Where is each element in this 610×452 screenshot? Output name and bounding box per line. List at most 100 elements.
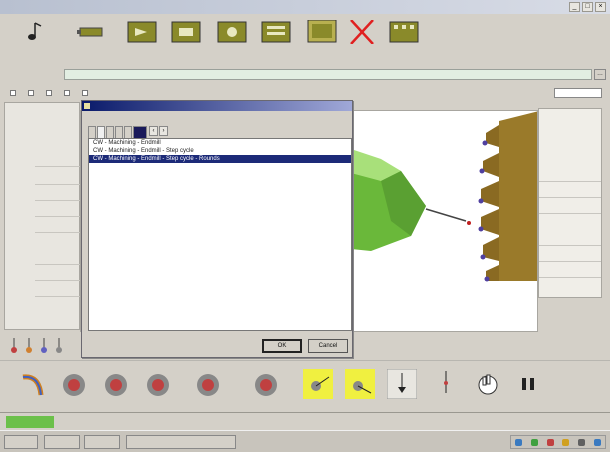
- toolbar-5-icon: [217, 21, 247, 43]
- probe-icon[interactable]: [38, 338, 50, 354]
- dialog-subtitle: [82, 111, 352, 121]
- toolbar-button-9[interactable]: [378, 20, 430, 66]
- list-item[interactable]: CW - Machining - Endmill - Step cycle - …: [89, 155, 351, 163]
- dialog-tabs: ‹ ›: [88, 126, 350, 138]
- grinding-wheel: [351, 149, 471, 251]
- measure-icon: [303, 369, 333, 399]
- speed-field[interactable]: [554, 88, 602, 98]
- options-row: [0, 86, 610, 100]
- axis-row-7: [35, 265, 81, 281]
- status-bar: [0, 412, 610, 430]
- tab-5[interactable]: [124, 126, 132, 138]
- divider: [539, 181, 601, 182]
- pause-icon: [522, 378, 534, 390]
- path-field[interactable]: [64, 68, 592, 80]
- toolbar-button-4[interactable]: [160, 20, 212, 66]
- probe-icon[interactable]: [53, 338, 65, 354]
- probe-icon[interactable]: [8, 338, 20, 354]
- minimize-button[interactable]: _: [569, 2, 580, 12]
- bottom-button-9[interactable]: [380, 369, 424, 401]
- bottom-button-6[interactable]: [244, 369, 288, 401]
- bottom-button-8[interactable]: [338, 369, 382, 401]
- tab-scroll-left-button[interactable]: ‹: [149, 126, 158, 136]
- bottom-button-11[interactable]: [466, 369, 510, 401]
- list-item[interactable]: CW - Machining - Endmill - Step cycle: [89, 147, 351, 155]
- bottom-button-2[interactable]: [52, 369, 96, 401]
- window-controls: _ □ ×: [569, 2, 606, 12]
- program-list[interactable]: CW - Machining - Endmill CW - Machining …: [88, 138, 352, 331]
- option-2[interactable]: [28, 89, 36, 97]
- toolbar-6-icon: [261, 21, 291, 43]
- cancel-button[interactable]: Cancel: [308, 339, 348, 353]
- axis-panel: [4, 102, 81, 330]
- status-indicator: [6, 415, 54, 428]
- axis-row-6: [35, 249, 81, 265]
- path-bar: …: [4, 68, 606, 80]
- tab-4[interactable]: [115, 126, 123, 138]
- hand-icon: [478, 374, 498, 395]
- axis-row-4: [35, 201, 81, 217]
- bottom-button-5[interactable]: [186, 369, 230, 401]
- dialog-app-icon: [84, 103, 90, 109]
- option-3[interactable]: [46, 89, 54, 97]
- music-note-button[interactable]: [6, 20, 58, 66]
- pause-button[interactable]: [506, 369, 550, 401]
- measure-icon: [345, 369, 375, 399]
- toolbar-3-icon: [127, 21, 157, 43]
- option-2-checkbox[interactable]: [28, 89, 34, 96]
- option-5-checkbox[interactable]: [82, 89, 88, 96]
- tray-icon[interactable]: [515, 438, 523, 446]
- gear-red-icon: [197, 374, 219, 396]
- probe-icon[interactable]: [23, 338, 35, 354]
- path-browse-button[interactable]: …: [594, 68, 606, 80]
- divider: [539, 261, 601, 262]
- tool-icon: [77, 27, 103, 37]
- small-icon-row: [8, 336, 88, 356]
- bottom-button-3[interactable]: [94, 369, 138, 401]
- tab-6[interactable]: [133, 126, 147, 138]
- toolbar-button-6[interactable]: [250, 20, 302, 66]
- option-5[interactable]: [82, 89, 90, 97]
- axis-row-8: [35, 281, 81, 297]
- ok-button[interactable]: OK: [262, 339, 302, 353]
- start-button[interactable]: [4, 435, 38, 449]
- option-1-checkbox[interactable]: [10, 89, 16, 96]
- tab-2[interactable]: [97, 126, 105, 138]
- system-tray: [510, 435, 606, 449]
- axis-row-1: [35, 151, 81, 167]
- taskbar-item[interactable]: [84, 435, 120, 449]
- tray-icon[interactable]: [546, 438, 554, 446]
- tool-button[interactable]: [64, 20, 116, 66]
- bottom-button-10[interactable]: [424, 369, 468, 401]
- option-4[interactable]: [64, 89, 72, 97]
- tray-icon[interactable]: [530, 438, 538, 446]
- toolbar-7-icon: [307, 20, 337, 43]
- tray-icon[interactable]: [577, 438, 585, 446]
- down-arrow-icon: [387, 369, 417, 399]
- taskbar: [0, 430, 610, 452]
- pin-icon: [444, 371, 448, 393]
- delete-x-icon: [350, 20, 374, 44]
- bottom-button-4[interactable]: [136, 369, 180, 401]
- close-window-button[interactable]: ×: [595, 2, 606, 12]
- window-title-bar: _ □ ×: [0, 0, 610, 14]
- cutter-tool: [478, 111, 537, 282]
- program-dialog: ‹ › CW - Machining - Endmill CW - Machin…: [81, 100, 353, 358]
- list-item[interactable]: CW - Machining - Endmill: [89, 139, 351, 147]
- tray-icon[interactable]: [562, 438, 570, 446]
- bottom-button-1[interactable]: [10, 369, 54, 401]
- axis-row-2: [35, 169, 81, 185]
- tab-scroll-right-button[interactable]: ›: [159, 126, 168, 136]
- maximize-button[interactable]: □: [582, 2, 593, 12]
- bottom-toolbar: [0, 360, 610, 412]
- gear-red-icon: [147, 374, 169, 396]
- option-1[interactable]: [10, 89, 18, 97]
- tray-icon[interactable]: [593, 438, 601, 446]
- option-4-checkbox[interactable]: [64, 89, 70, 96]
- tab-3[interactable]: [106, 126, 114, 138]
- bottom-button-7[interactable]: [296, 369, 340, 401]
- tab-1[interactable]: [88, 126, 96, 138]
- taskbar-item[interactable]: [44, 435, 80, 449]
- option-3-checkbox[interactable]: [46, 89, 52, 96]
- taskbar-item[interactable]: [126, 435, 236, 449]
